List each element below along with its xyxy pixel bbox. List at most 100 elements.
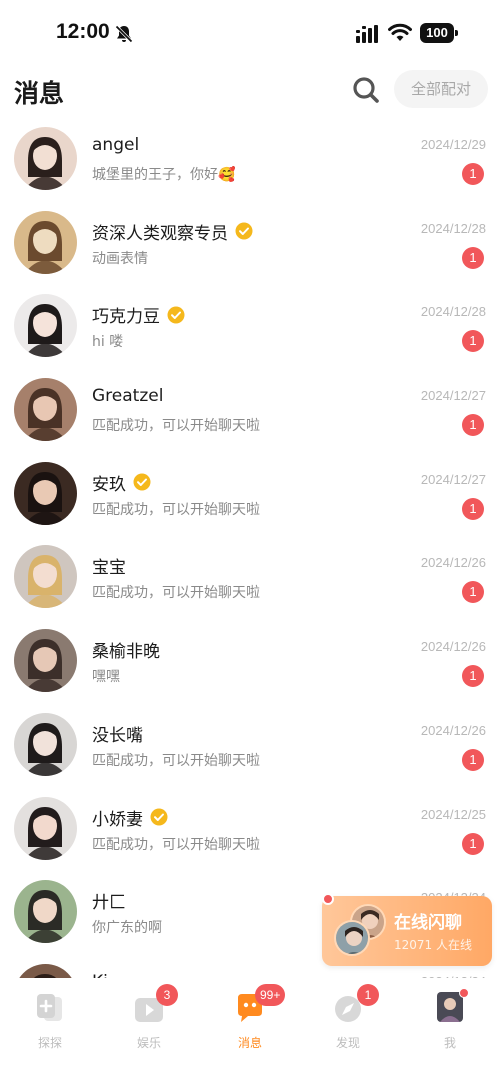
unread-badge: 1 — [462, 330, 484, 353]
contact-name-text: 小娇妻 — [92, 809, 143, 830]
nav-entertainment[interactable]: 3 娱乐 — [114, 984, 184, 1056]
message-preview: 匹配成功，可以开始聊天啦 — [92, 418, 260, 435]
nav-label: 我 — [443, 1036, 456, 1050]
conversation-row[interactable]: 安玖 匹配成功，可以开始聊天啦 2024/12/27 1 — [0, 459, 500, 543]
contact-name-text: 廾匚 — [92, 893, 126, 914]
message-preview: 匹配成功，可以开始聊天啦 — [92, 501, 260, 518]
cards-icon — [37, 994, 62, 1021]
contact-name: 安玖 — [92, 470, 151, 495]
avatar[interactable] — [14, 378, 77, 442]
contact-name: 没长嘴 — [92, 721, 143, 746]
header: 消息 全部配对 — [0, 64, 500, 118]
contact-name: 小娇妻 — [92, 805, 168, 830]
notification-dot — [322, 893, 334, 905]
contact-name: 巧克力豆 — [92, 302, 185, 327]
message-preview: 匹配成功，可以开始聊天啦 — [92, 836, 260, 853]
conversation-row[interactable]: angel 城堡里的王子，你好🥰 2024/12/29 1 — [0, 124, 500, 208]
contact-name-text: Greatzel — [92, 386, 164, 407]
contact-name: 廾匚 — [92, 888, 126, 913]
notification-dot — [459, 988, 469, 998]
nav-tantan[interactable]: 探探 — [15, 986, 85, 1056]
conversation-row[interactable]: 没长嘴 匹配成功，可以开始聊天啦 2024/12/26 1 — [0, 710, 500, 794]
avatar[interactable] — [14, 461, 77, 525]
page-title: 消息 — [14, 79, 65, 108]
contact-name: 桑榆非晚 — [92, 637, 160, 662]
contact-name-text: 安玖 — [92, 474, 126, 495]
unread-badge: 1 — [462, 581, 484, 604]
contact-name-text: 资深人类观察专员 — [92, 223, 228, 244]
nav-badge: 3 — [156, 984, 178, 1006]
message-preview: 你广东的啊 — [92, 920, 162, 937]
avatar[interactable] — [14, 880, 77, 944]
nav-discover[interactable]: 1 发现 — [313, 984, 383, 1056]
flash-chat-online-count: 12071 人在线 — [394, 938, 472, 952]
verified-badge-icon — [167, 306, 185, 324]
cellular-signal-icon — [356, 25, 378, 43]
message-date: 2024/12/28 — [420, 220, 486, 236]
nav-label: 消息 — [237, 1036, 262, 1050]
message-preview: 匹配成功，可以开始聊天啦 — [92, 585, 260, 602]
verified-badge-icon — [150, 808, 168, 826]
bottom-nav: 探探 3 娱乐 99+ 消息 1 发现 我 — [0, 978, 500, 1067]
avatar[interactable] — [14, 294, 77, 358]
verified-badge-icon — [133, 473, 151, 491]
search-icon[interactable] — [348, 72, 384, 108]
message-preview: 动画表情 — [92, 250, 148, 267]
bell-off-icon — [114, 24, 134, 44]
contact-name-text: 没长嘴 — [92, 725, 143, 746]
unread-badge: 1 — [462, 832, 484, 855]
contact-name-text: angel — [92, 135, 140, 155]
status-time: 12:00 — [56, 20, 110, 43]
online-flash-chat-card[interactable]: 在线闪聊 12071 人在线 — [322, 893, 492, 966]
avatar[interactable] — [14, 796, 77, 860]
profile-avatar — [437, 992, 463, 1022]
status-bar: 12:00 100 — [0, 0, 500, 64]
message-date: 2024/12/26 — [420, 639, 486, 655]
message-preview: 匹配成功，可以开始聊天啦 — [92, 752, 260, 769]
avatar[interactable] — [14, 712, 77, 776]
contact-name-text: 桑榆非晚 — [92, 642, 160, 663]
message-date: 2024/12/27 — [420, 388, 486, 404]
unread-badge: 1 — [462, 414, 484, 437]
flash-chat-title: 在线闪聊 — [394, 913, 462, 933]
contact-name: angel — [92, 135, 139, 155]
contact-name-text: 巧克力豆 — [92, 307, 160, 328]
nav-label: 探探 — [37, 1036, 62, 1050]
avatar[interactable] — [14, 963, 77, 978]
message-preview: hi 喽 — [92, 334, 124, 351]
battery-indicator: 100 — [420, 23, 458, 43]
contact-name: Greatzel — [92, 386, 163, 406]
conversation-row[interactable]: 巧克力豆 hi 喽 2024/12/28 1 — [0, 291, 500, 375]
avatar[interactable] — [14, 545, 77, 609]
conversation-row[interactable]: 宝宝 匹配成功，可以开始聊天啦 2024/12/26 1 — [0, 542, 500, 626]
wifi-icon — [388, 23, 412, 41]
message-preview: 嘿嘿 — [92, 669, 120, 686]
verified-badge-icon — [235, 222, 253, 240]
nav-label: 娱乐 — [136, 1036, 161, 1050]
message-date: 2024/12/25 — [420, 806, 486, 822]
all-matches-button[interactable]: 全部配对 — [394, 70, 488, 108]
avatar[interactable] — [14, 629, 77, 693]
conversation-row[interactable]: 小娇妻 匹配成功，可以开始聊天啦 2024/12/25 1 — [0, 794, 500, 878]
unread-badge: 1 — [462, 497, 484, 520]
battery-level: 100 — [420, 23, 454, 43]
contact-name: 宝宝 — [92, 553, 126, 578]
avatar[interactable] — [14, 127, 77, 190]
message-date: 2024/12/27 — [420, 471, 486, 487]
message-date: 2024/12/28 — [420, 304, 486, 320]
message-date: 2024/12/26 — [420, 555, 486, 571]
message-date: 2024/12/29 — [420, 137, 486, 152]
unread-badge: 1 — [462, 665, 484, 688]
nav-badge: 1 — [357, 984, 379, 1006]
nav-me[interactable]: 我 — [415, 986, 485, 1056]
conversation-row[interactable]: 桑榆非晚 嘿嘿 2024/12/26 1 — [0, 626, 500, 710]
conversation-row[interactable]: 资深人类观察专员 动画表情 2024/12/28 1 — [0, 208, 500, 292]
contact-name: 资深人类观察专员 — [92, 219, 253, 244]
conversation-row[interactable]: Greatzel 匹配成功，可以开始聊天啦 2024/12/27 1 — [0, 375, 500, 459]
nav-label: 发现 — [335, 1036, 360, 1050]
avatar[interactable] — [14, 210, 77, 274]
message-date: 2024/12/26 — [420, 722, 486, 738]
nav-messages[interactable]: 99+ 消息 — [215, 984, 286, 1056]
conversation-list[interactable]: angel 城堡里的王子，你好🥰 2024/12/29 1 资深人类观察专员 动… — [0, 124, 500, 978]
unread-badge: 1 — [462, 748, 484, 771]
